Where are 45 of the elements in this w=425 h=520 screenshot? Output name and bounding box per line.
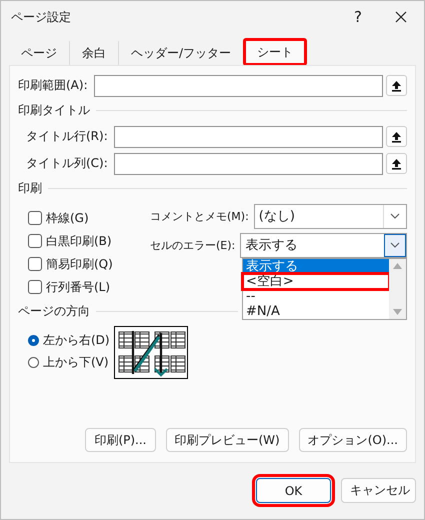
collapse-dialog-button[interactable] — [386, 153, 407, 174]
help-button[interactable]: ? — [338, 8, 378, 26]
checkbox[interactable] — [28, 211, 42, 225]
close-icon[interactable] — [395, 11, 407, 23]
upload-arrow-icon — [391, 130, 402, 142]
checkbox[interactable] — [28, 257, 42, 271]
radio-label[interactable]: 上から下(V) — [43, 354, 109, 370]
dropdown-toggle[interactable] — [384, 234, 406, 256]
upload-arrow-icon — [391, 80, 402, 92]
dropdown-option[interactable]: #N/A — [243, 304, 389, 319]
radio-label[interactable]: 左から右(D) — [43, 332, 110, 348]
tab[interactable]: シート — [244, 39, 306, 65]
checkbox[interactable] — [28, 280, 42, 294]
input-field[interactable] — [114, 126, 383, 148]
checkbox-label[interactable]: 白黒印刷(B) — [46, 232, 112, 250]
dialog-button[interactable]: オプション(O)... — [298, 428, 407, 452]
cancel-button[interactable]: キャンセル — [341, 478, 416, 503]
chevron-down-icon — [390, 242, 400, 248]
input-field[interactable] — [94, 74, 383, 96]
collapse-dialog-button[interactable] — [386, 75, 407, 96]
dialog-button[interactable]: 印刷プレビュー(W) — [166, 428, 289, 452]
field-label: コメントとメモ(M): — [150, 208, 249, 224]
radio-button[interactable] — [28, 356, 39, 368]
chevron-down-icon — [390, 213, 400, 219]
field-label: タイトル列(C): — [26, 155, 108, 172]
dialog-button[interactable]: 印刷(P)... — [85, 428, 156, 452]
field-label: セルのエラー(E): — [150, 238, 236, 252]
upload-arrow-icon — [391, 158, 402, 170]
input-field[interactable] — [114, 152, 383, 174]
field-label: 印刷範囲(A): — [18, 77, 88, 94]
field-label: タイトル行(R): — [26, 128, 108, 145]
dropdown[interactable]: (なし) — [254, 204, 407, 228]
radio-button[interactable] — [28, 334, 39, 346]
group-heading: ページの方向 — [18, 302, 90, 320]
checkbox[interactable] — [28, 234, 42, 248]
dropdown-option[interactable]: <空白> — [243, 274, 389, 289]
group-heading: 印刷タイトル — [18, 102, 90, 118]
window-title: ページ設定 — [11, 8, 72, 26]
dropdown[interactable]: 表示する — [240, 232, 407, 258]
checkbox-label[interactable]: 枠線(G) — [46, 210, 89, 226]
checkbox-label[interactable]: 行列番号(L) — [46, 278, 110, 296]
dropdown-option[interactable]: -- — [243, 289, 389, 304]
collapse-dialog-button[interactable] — [386, 126, 407, 147]
checkbox-label[interactable]: 簡易印刷(Q) — [46, 256, 113, 272]
group-heading: 印刷 — [18, 180, 42, 196]
